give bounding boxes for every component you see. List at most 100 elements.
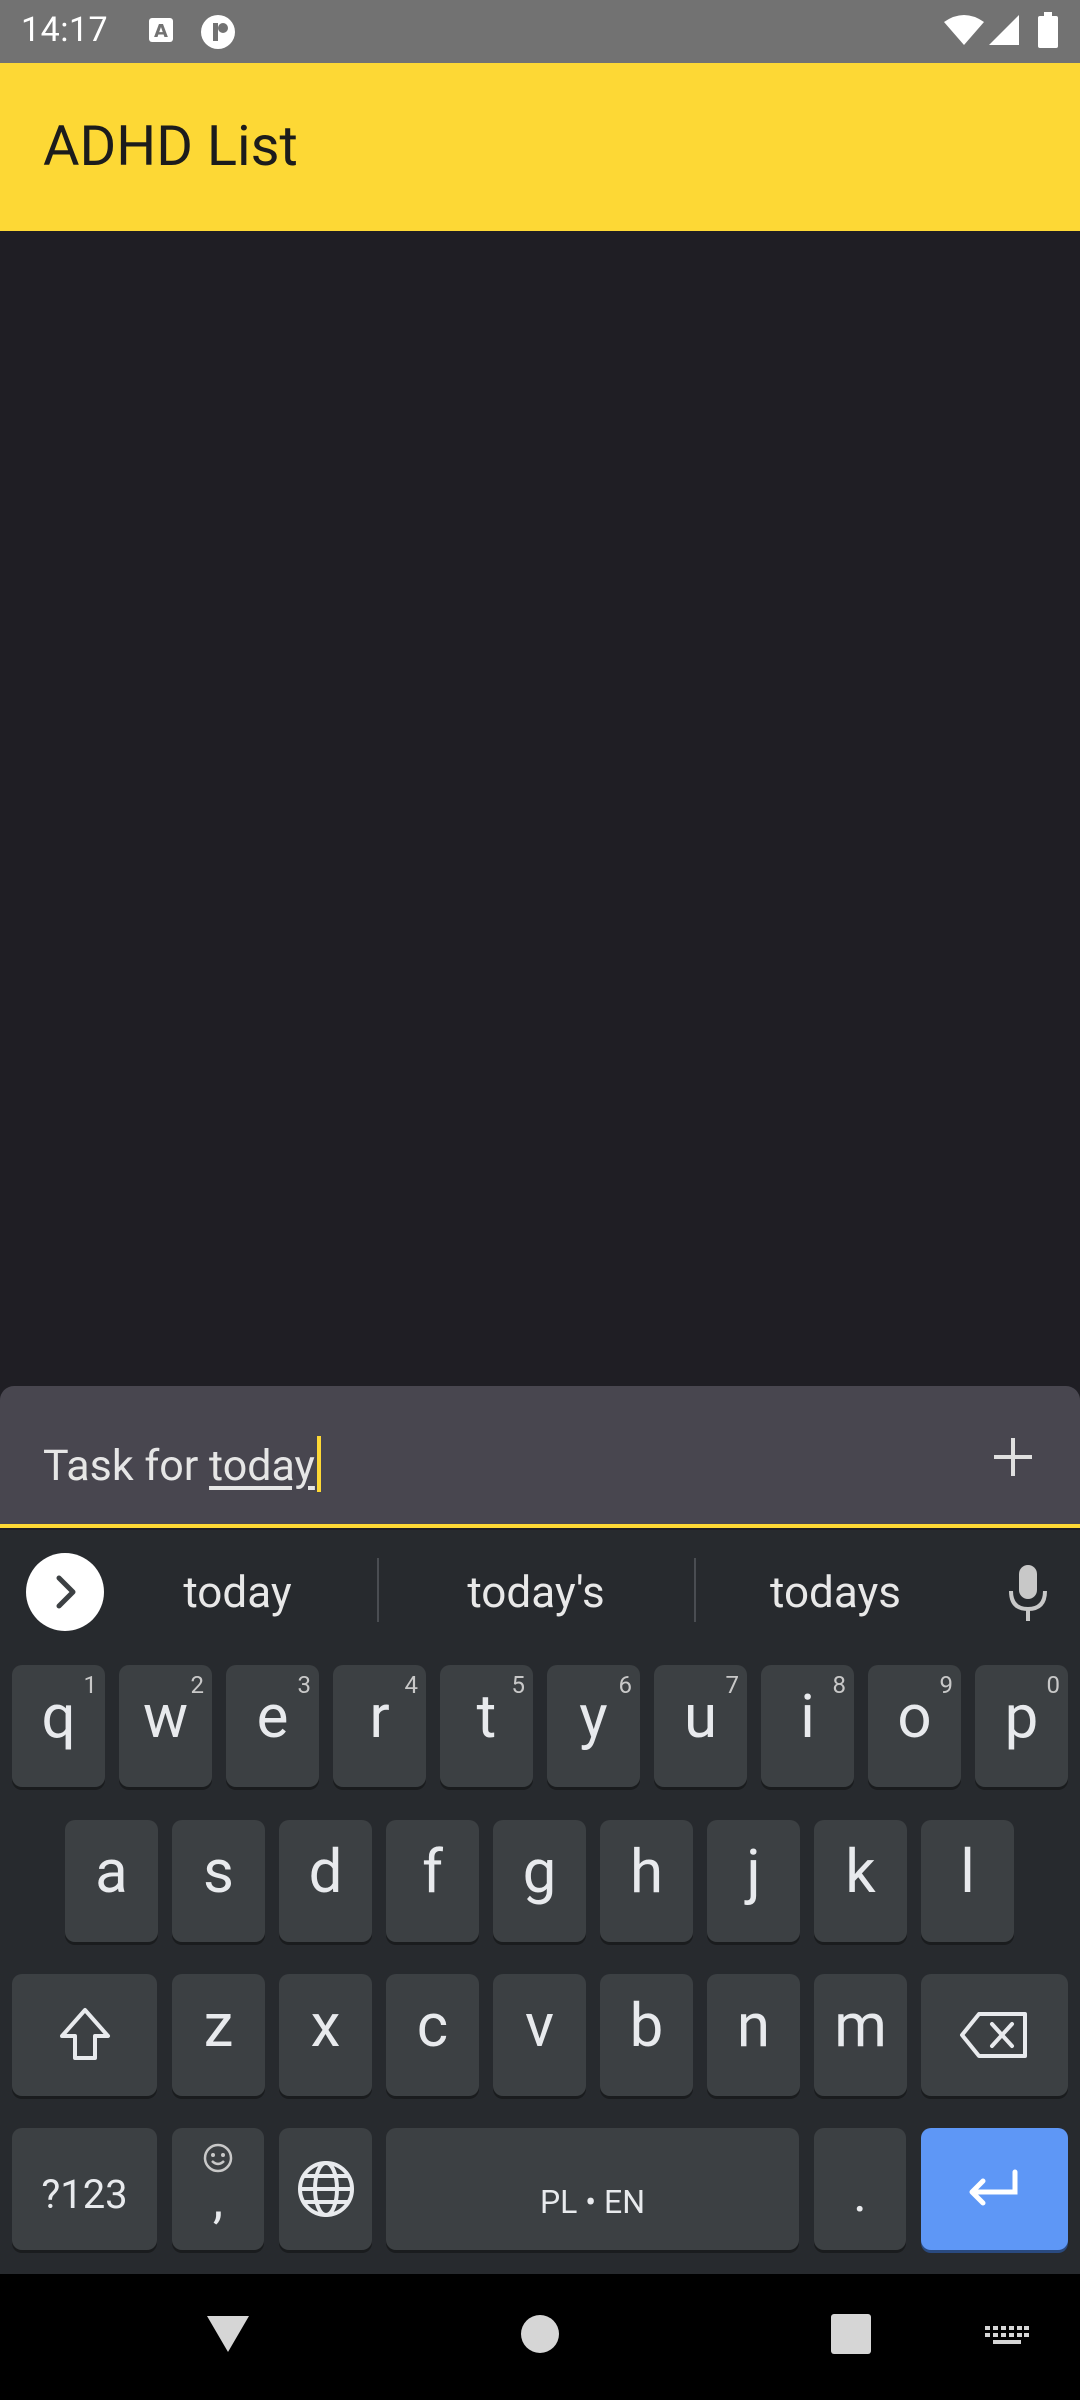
backspace-icon — [960, 2012, 1027, 2058]
key-b[interactable]: b — [600, 1974, 693, 2096]
key-s[interactable]: s — [172, 1820, 265, 1942]
task-input-composing-text: today — [209, 1441, 315, 1491]
task-input-text: Task for — [43, 1441, 210, 1491]
key-hint: 9 — [939, 1671, 954, 1699]
key-hint: 2 — [190, 1671, 205, 1699]
globe-icon — [298, 2161, 354, 2217]
key-d[interactable]: d — [279, 1820, 372, 1942]
notification-app-icon — [200, 14, 236, 54]
key-hint: 1 — [83, 1671, 98, 1699]
period-key-label: . — [853, 2163, 867, 2224]
key-j[interactable]: j — [707, 1820, 800, 1942]
symbols-key-label: ?123 — [41, 2171, 128, 2218]
key-hint: 8 — [832, 1671, 847, 1699]
suggestion-strip: today today's todays — [0, 1530, 1080, 1652]
key-hint: 0 — [1046, 1671, 1061, 1699]
suggestion-divider — [377, 1558, 379, 1622]
suggestion-1[interactable]: today — [120, 1566, 355, 1618]
key-v[interactable]: v — [493, 1974, 586, 2096]
microphone-icon — [1009, 1565, 1047, 1621]
chevron-right-icon — [56, 1575, 76, 1609]
key-hint: 3 — [297, 1671, 312, 1699]
wifi-icon — [944, 14, 984, 50]
key-w[interactable]: w2 — [119, 1665, 212, 1787]
voice-input-button[interactable] — [1005, 1563, 1051, 1623]
key-e[interactable]: e3 — [226, 1665, 319, 1787]
key-label: s — [203, 1836, 234, 1907]
key-label: x — [310, 1990, 341, 2061]
on-screen-keyboard: today today's todays q1w2e3r4t5y6u7i8o9p… — [0, 1530, 1080, 2274]
key-label: z — [203, 1990, 234, 2061]
key-label: f — [422, 1836, 443, 1907]
suggestion-2[interactable]: today's — [400, 1566, 672, 1618]
key-c[interactable]: c — [386, 1974, 479, 2096]
plus-icon — [994, 1438, 1032, 1476]
key-q[interactable]: q1 — [12, 1665, 105, 1787]
add-task-button[interactable] — [990, 1434, 1036, 1480]
keyboard-switch-icon[interactable] — [985, 2326, 1029, 2350]
font-icon: A — [148, 17, 174, 47]
period-key[interactable]: . — [814, 2128, 906, 2250]
app-bar: ADHD List — [0, 63, 1080, 231]
space-key[interactable]: PL • EN — [386, 2128, 799, 2250]
key-h[interactable]: h — [600, 1820, 693, 1942]
key-o[interactable]: o9 — [868, 1665, 961, 1787]
task-list-area — [0, 231, 1080, 1386]
battery-icon — [1038, 12, 1058, 52]
key-u[interactable]: u7 — [654, 1665, 747, 1787]
key-z[interactable]: z — [172, 1974, 265, 2096]
comma-key[interactable]: , — [172, 2128, 264, 2250]
signal-icon — [988, 14, 1020, 50]
key-a[interactable]: a — [65, 1820, 158, 1942]
expand-toolbar-button[interactable] — [26, 1553, 104, 1631]
key-label: a — [95, 1836, 128, 1907]
key-label: k — [845, 1836, 876, 1907]
comma-key-label: , — [212, 2169, 224, 2230]
navigation-bar — [0, 2274, 1080, 2400]
suggestion-divider — [694, 1558, 696, 1622]
task-input[interactable]: Task for today — [43, 1436, 321, 1492]
key-hint: 6 — [618, 1671, 633, 1699]
recents-icon[interactable] — [831, 2314, 871, 2358]
enter-key[interactable] — [921, 2128, 1068, 2250]
key-label: h — [629, 1836, 664, 1907]
key-p[interactable]: p0 — [975, 1665, 1068, 1787]
task-input-bar: Task for today — [0, 1386, 1080, 1528]
symbols-key[interactable]: ?123 — [12, 2128, 157, 2250]
key-label: m — [834, 1990, 887, 2061]
key-y[interactable]: y6 — [547, 1665, 640, 1787]
key-x[interactable]: x — [279, 1974, 372, 2096]
suggestion-3[interactable]: todays — [718, 1566, 953, 1618]
status-bar: 14:17 A — [0, 0, 1080, 63]
key-label: j — [746, 1836, 761, 1907]
key-i[interactable]: i8 — [761, 1665, 854, 1787]
shift-key[interactable] — [12, 1974, 157, 2096]
enter-icon — [969, 2169, 1018, 2206]
key-r[interactable]: r4 — [333, 1665, 426, 1787]
home-icon[interactable] — [520, 2314, 560, 2358]
key-l[interactable]: l — [921, 1820, 1014, 1942]
key-label: d — [308, 1836, 343, 1907]
key-f[interactable]: f — [386, 1820, 479, 1942]
key-label: v — [524, 1990, 555, 2061]
key-t[interactable]: t5 — [440, 1665, 533, 1787]
key-hint: 7 — [725, 1671, 740, 1699]
key-k[interactable]: k — [814, 1820, 907, 1942]
key-label: g — [522, 1836, 557, 1907]
back-icon[interactable] — [205, 2314, 251, 2358]
page-title: ADHD List — [43, 113, 298, 179]
key-label: l — [960, 1836, 975, 1907]
language-key[interactable] — [279, 2128, 372, 2250]
key-label: c — [416, 1990, 449, 2061]
backspace-key[interactable] — [921, 1974, 1068, 2096]
key-m[interactable]: m — [814, 1974, 907, 2096]
key-hint: 4 — [404, 1671, 419, 1699]
space-key-label: PL • EN — [539, 2183, 646, 2221]
svg-text:A: A — [154, 21, 168, 42]
key-g[interactable]: g — [493, 1820, 586, 1942]
status-time: 14:17 — [21, 10, 109, 50]
key-label: n — [736, 1990, 771, 2061]
key-label: b — [629, 1990, 664, 2061]
shift-icon — [60, 2008, 110, 2060]
key-n[interactable]: n — [707, 1974, 800, 2096]
